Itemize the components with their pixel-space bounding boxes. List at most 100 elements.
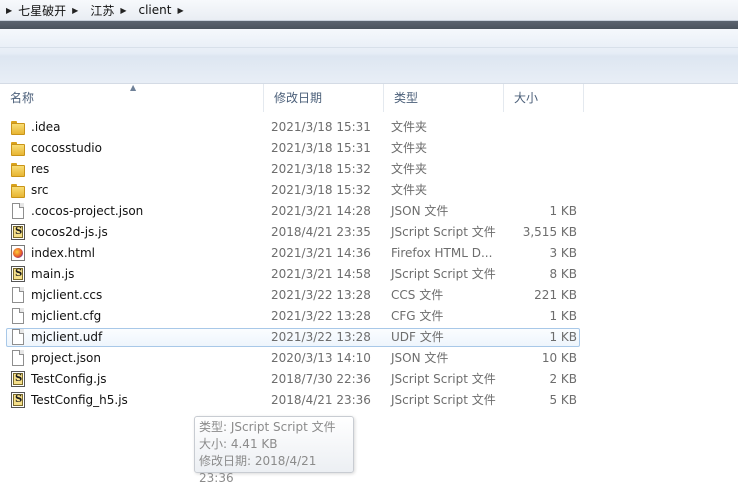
file-date: 2021/3/21 14:28 [271, 204, 371, 218]
file-row[interactable]: res 2021/3/18 15:32 文件夹 [0, 159, 738, 180]
jscript-file-icon: S [11, 266, 25, 282]
file-row[interactable]: index.html 2021/3/21 14:36 Firefox HTML D.… [0, 243, 738, 264]
column-header-type[interactable]: 类型 [384, 84, 504, 112]
file-name: src [31, 183, 49, 197]
file-date: 2021/3/22 13:28 [271, 330, 371, 344]
file-date: 2021/3/22 13:28 [271, 309, 371, 323]
file-row[interactable]: mjclient.udf 2021/3/22 13:28 UDF 文件 1 KB [0, 327, 738, 348]
folder-icon [11, 121, 25, 135]
tooltip-date-line: 修改日期: 2018/4/21 23:36 [199, 454, 317, 485]
breadcrumb-label: 江苏 [90, 3, 115, 18]
breadcrumb-label: client [138, 3, 172, 17]
folder-icon [11, 184, 25, 198]
file-name: project.json [31, 351, 101, 365]
file-size: 221 KB [534, 288, 577, 302]
column-header-name[interactable]: 名称 ▲ [0, 83, 264, 112]
blank-file-icon [12, 308, 24, 324]
file-type: JSON 文件 [391, 204, 449, 218]
file-name: .cocos-project.json [31, 204, 144, 218]
file-date: 2021/3/18 15:32 [271, 162, 371, 176]
file-size [505, 159, 577, 180]
file-row[interactable]: mjclient.ccs 2021/3/22 13:28 CCS 文件 221 KB [0, 285, 738, 306]
chevron-right-icon[interactable]: ▶ [120, 6, 126, 15]
file-size: 5 KB [549, 393, 577, 407]
file-size: 1 KB [549, 309, 577, 323]
breadcrumb-item-2[interactable]: client ▶ [135, 0, 192, 20]
file-name: main.js [31, 267, 75, 281]
file-type: CFG 文件 [391, 309, 444, 323]
separator-band [0, 21, 738, 29]
chevron-right-icon[interactable]: ▶ [177, 6, 183, 15]
file-type: JSON 文件 [391, 351, 449, 365]
jscript-file-icon: S [11, 392, 25, 408]
file-date: 2021/3/18 15:31 [271, 120, 371, 134]
blank-file-icon [12, 329, 24, 345]
file-size: 2 KB [549, 372, 577, 386]
blank-file-icon [12, 350, 24, 366]
toolbar-divider [0, 47, 738, 48]
breadcrumb-label: 七星破开 [18, 3, 67, 18]
breadcrumb-root-arrow[interactable]: ▶ [6, 6, 12, 15]
file-list: .idea 2021/3/18 15:31 文件夹 cocosstudio 2021/3… [0, 117, 738, 411]
file-name: cocos2d-js.js [31, 225, 108, 239]
file-size [505, 138, 577, 159]
tooltip-size-line: 大小: 4.41 KB [199, 437, 278, 451]
blank-file-icon [12, 287, 24, 303]
column-header-type-label: 类型 [394, 91, 419, 105]
file-date: 2020/3/13 14:10 [271, 351, 371, 365]
file-size [505, 117, 577, 138]
tooltip-type-line: 类型: JScript Script 文件 [199, 420, 336, 434]
file-row[interactable]: cocosstudio 2021/3/18 15:31 文件夹 [0, 138, 738, 159]
file-name: index.html [31, 246, 95, 260]
breadcrumb-item-0[interactable]: 七星破开 ▶ [14, 0, 86, 20]
file-size: 10 KB [541, 351, 577, 365]
file-name: res [31, 162, 50, 176]
file-row[interactable]: .cocos-project.json 2021/3/21 14:28 JSON 文… [0, 201, 738, 222]
file-size: 1 KB [549, 330, 577, 344]
sort-ascending-icon: ▲ [130, 83, 137, 92]
file-row[interactable]: mjclient.cfg 2021/3/22 13:28 CFG 文件 1 KB [0, 306, 738, 327]
jscript-file-icon: S [11, 224, 25, 240]
file-date: 2021/3/18 15:31 [271, 141, 371, 155]
column-header: 名称 ▲ 修改日期 类型 大小 [0, 83, 738, 112]
file-type: 文件夹 [391, 183, 428, 197]
file-size: 3 KB [549, 246, 577, 260]
file-info-tooltip: 类型: JScript Script 文件 大小: 4.41 KB 修改日期: … [194, 416, 354, 485]
file-date: 2021/3/21 14:58 [271, 267, 371, 281]
file-date: 2021/3/22 13:28 [271, 288, 371, 302]
column-header-size[interactable]: 大小 [504, 84, 584, 112]
file-type: CCS 文件 [391, 288, 444, 302]
file-type: JScript Script 文件 [391, 225, 496, 239]
file-size: 8 KB [549, 267, 577, 281]
column-header-size-label: 大小 [514, 91, 539, 105]
file-name: mjclient.udf [31, 330, 103, 344]
file-type: 文件夹 [391, 162, 428, 176]
file-row[interactable]: .idea 2021/3/18 15:31 文件夹 [0, 117, 738, 138]
file-name: cocosstudio [31, 141, 102, 155]
column-header-date-label: 修改日期 [274, 91, 323, 105]
file-date: 2018/4/21 23:36 [271, 393, 371, 407]
file-type: JScript Script 文件 [391, 393, 496, 407]
folder-icon [11, 163, 25, 177]
file-name: mjclient.ccs [31, 288, 103, 302]
file-date: 2018/7/30 22:36 [271, 372, 371, 386]
file-row[interactable]: S TestConfig.js 2018/7/30 22:36 JScript Scr… [0, 369, 738, 390]
breadcrumb-bar: ▶ 七星破开 ▶ 江苏 ▶ client ▶ [0, 0, 738, 21]
file-type: 文件夹 [391, 141, 428, 155]
file-date: 2018/4/21 23:35 [271, 225, 371, 239]
file-row[interactable]: S TestConfig_h5.js 2018/4/21 23:36 JScript … [0, 390, 738, 411]
file-row[interactable]: src 2021/3/18 15:32 文件夹 [0, 180, 738, 201]
chevron-right-icon[interactable]: ▶ [72, 6, 78, 15]
file-row[interactable]: Scocos2d-js.js 2018/4/21 23:35 JScript Scr… [0, 222, 738, 243]
column-header-date[interactable]: 修改日期 [264, 84, 384, 112]
folder-icon [11, 142, 25, 156]
file-row[interactable]: Smain.js 2021/3/21 14:58 JScript Script 文件… [0, 264, 738, 285]
toolbar [0, 29, 738, 84]
file-size [505, 180, 577, 201]
file-size: 1 KB [549, 204, 577, 218]
column-header-name-label: 名称 [10, 91, 35, 105]
file-row[interactable]: project.json 2020/3/13 14:10 JSON 文件 10 KB [0, 348, 738, 369]
breadcrumb-item-1[interactable]: 江苏 ▶ [86, 0, 134, 20]
file-name: TestConfig_h5.js [31, 393, 128, 407]
file-name: TestConfig.js [31, 372, 107, 386]
